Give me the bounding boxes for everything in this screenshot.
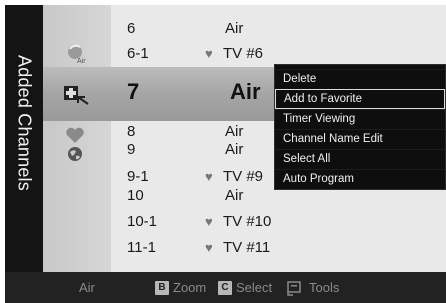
selected-channel-number: 7 xyxy=(127,79,140,104)
channel-number: 9-1 xyxy=(127,168,149,185)
menu-item-delete[interactable]: Delete xyxy=(275,69,445,89)
c-key-icon: C xyxy=(218,281,232,295)
channel-name: Air xyxy=(225,141,244,158)
selected-channel-name: Air xyxy=(230,79,261,104)
channel-number: 8 xyxy=(127,123,136,140)
tools-label[interactable]: Tools xyxy=(309,280,339,295)
select-label[interactable]: Select xyxy=(236,280,272,295)
heart-icon: ♥ xyxy=(205,240,213,255)
globe-icon xyxy=(68,147,82,161)
heart-icon: ♥ xyxy=(205,46,213,61)
channel-name: TV #6 xyxy=(223,45,264,62)
channel-name: Air xyxy=(225,123,244,140)
channel-name: TV #11 xyxy=(223,239,271,256)
menu-item-add-to-favorite[interactable]: Add to Favorite xyxy=(275,89,445,109)
b-key-icon: B xyxy=(155,281,169,295)
channel-row[interactable]: 6 Air xyxy=(111,18,446,40)
satellite-dish-icon: Air xyxy=(68,44,86,65)
add-channel-icon xyxy=(64,86,89,105)
channel-number: 6-1 xyxy=(127,45,149,62)
title-band: Added Channels xyxy=(5,5,43,272)
zoom-label[interactable]: Zoom xyxy=(173,280,206,295)
menu-item-select-all[interactable]: Select All xyxy=(275,149,445,169)
menu-item-auto-program[interactable]: Auto Program xyxy=(275,169,445,189)
channel-row[interactable]: 6-1 ♥ TV #6 xyxy=(111,43,446,65)
channel-number: 9 xyxy=(127,141,136,158)
channel-name: Air xyxy=(225,187,244,204)
channel-number: 10 xyxy=(127,187,144,204)
channel-number: 11-1 xyxy=(127,239,156,256)
channel-row[interactable]: 10-1 ♥ TV #10 xyxy=(111,211,446,233)
air-badge: Air xyxy=(77,58,86,65)
tools-icon xyxy=(287,281,301,296)
channel-name: TV #9 xyxy=(223,168,264,185)
heart-icon: ♥ xyxy=(205,169,213,184)
channel-number: 10-1 xyxy=(127,213,158,230)
tools-menu: Delete Add to Favorite Timer Viewing Cha… xyxy=(274,64,446,190)
bottom-guide-bar: Air B Zoom C Select Tools xyxy=(5,272,446,303)
menu-item-timer-viewing[interactable]: Timer Viewing xyxy=(275,109,445,129)
heart-icon: ♥ xyxy=(205,214,213,229)
channel-name: TV #10 xyxy=(223,213,272,230)
antenna-mode-label: Air xyxy=(79,280,95,295)
channel-number: 6 xyxy=(127,20,136,37)
screen-title: Added Channels xyxy=(14,55,35,191)
channel-row[interactable]: 11-1 ♥ TV #11 xyxy=(111,237,446,259)
menu-item-channel-name-edit[interactable]: Channel Name Edit xyxy=(275,129,445,149)
channel-name: Air xyxy=(225,20,244,37)
